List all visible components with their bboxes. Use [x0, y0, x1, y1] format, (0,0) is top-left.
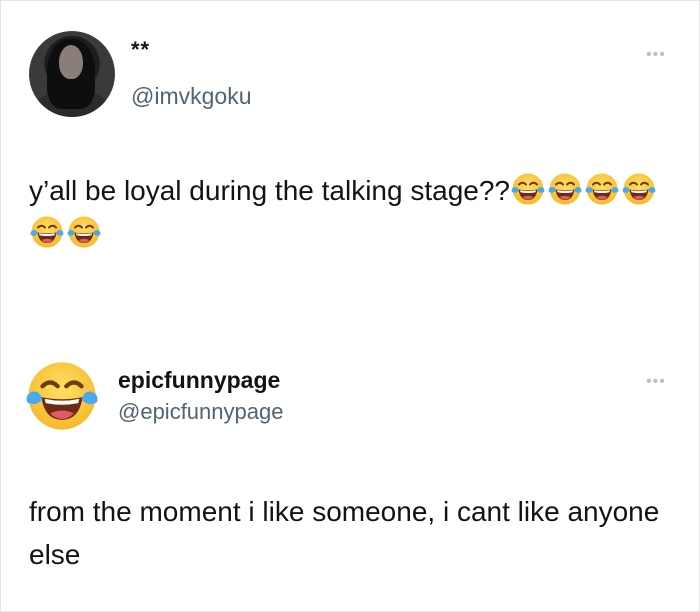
more-options-icon[interactable]: ••• — [646, 46, 666, 64]
tears-of-joy-emoji-icon — [621, 171, 657, 207]
tweet-1: ** @imvkgoku ••• y’all be loyal during t… — [1, 1, 699, 301]
avatar[interactable] — [29, 31, 115, 117]
tears-of-joy-emoji-icon — [510, 171, 546, 207]
tweet-text-content: y’all be loyal during the talking stage?… — [29, 175, 510, 206]
avatar-face — [59, 45, 83, 79]
tweet-2: epicfunnypage @epicfunnypage ••• from th… — [1, 301, 699, 611]
display-name[interactable]: epicfunnypage — [118, 367, 280, 394]
screenshot-frame: ** @imvkgoku ••• y’all be loyal during t… — [0, 0, 700, 612]
tweet-text: y’all be loyal during the talking stage?… — [29, 169, 669, 255]
avatar-tears-of-joy-icon[interactable] — [23, 357, 101, 435]
tears-of-joy-emoji-icon — [584, 171, 620, 207]
tears-of-joy-emoji-icon — [66, 214, 102, 250]
user-handle[interactable]: @epicfunnypage — [118, 399, 283, 425]
user-handle[interactable]: @imvkgoku — [131, 83, 252, 110]
tweet-text: from the moment i like someone, i cant l… — [29, 496, 660, 570]
display-name[interactable]: ** — [131, 37, 150, 63]
tears-of-joy-emoji-icon — [29, 214, 65, 250]
more-options-icon[interactable]: ••• — [646, 373, 666, 391]
tears-of-joy-emoji-icon — [547, 171, 583, 207]
